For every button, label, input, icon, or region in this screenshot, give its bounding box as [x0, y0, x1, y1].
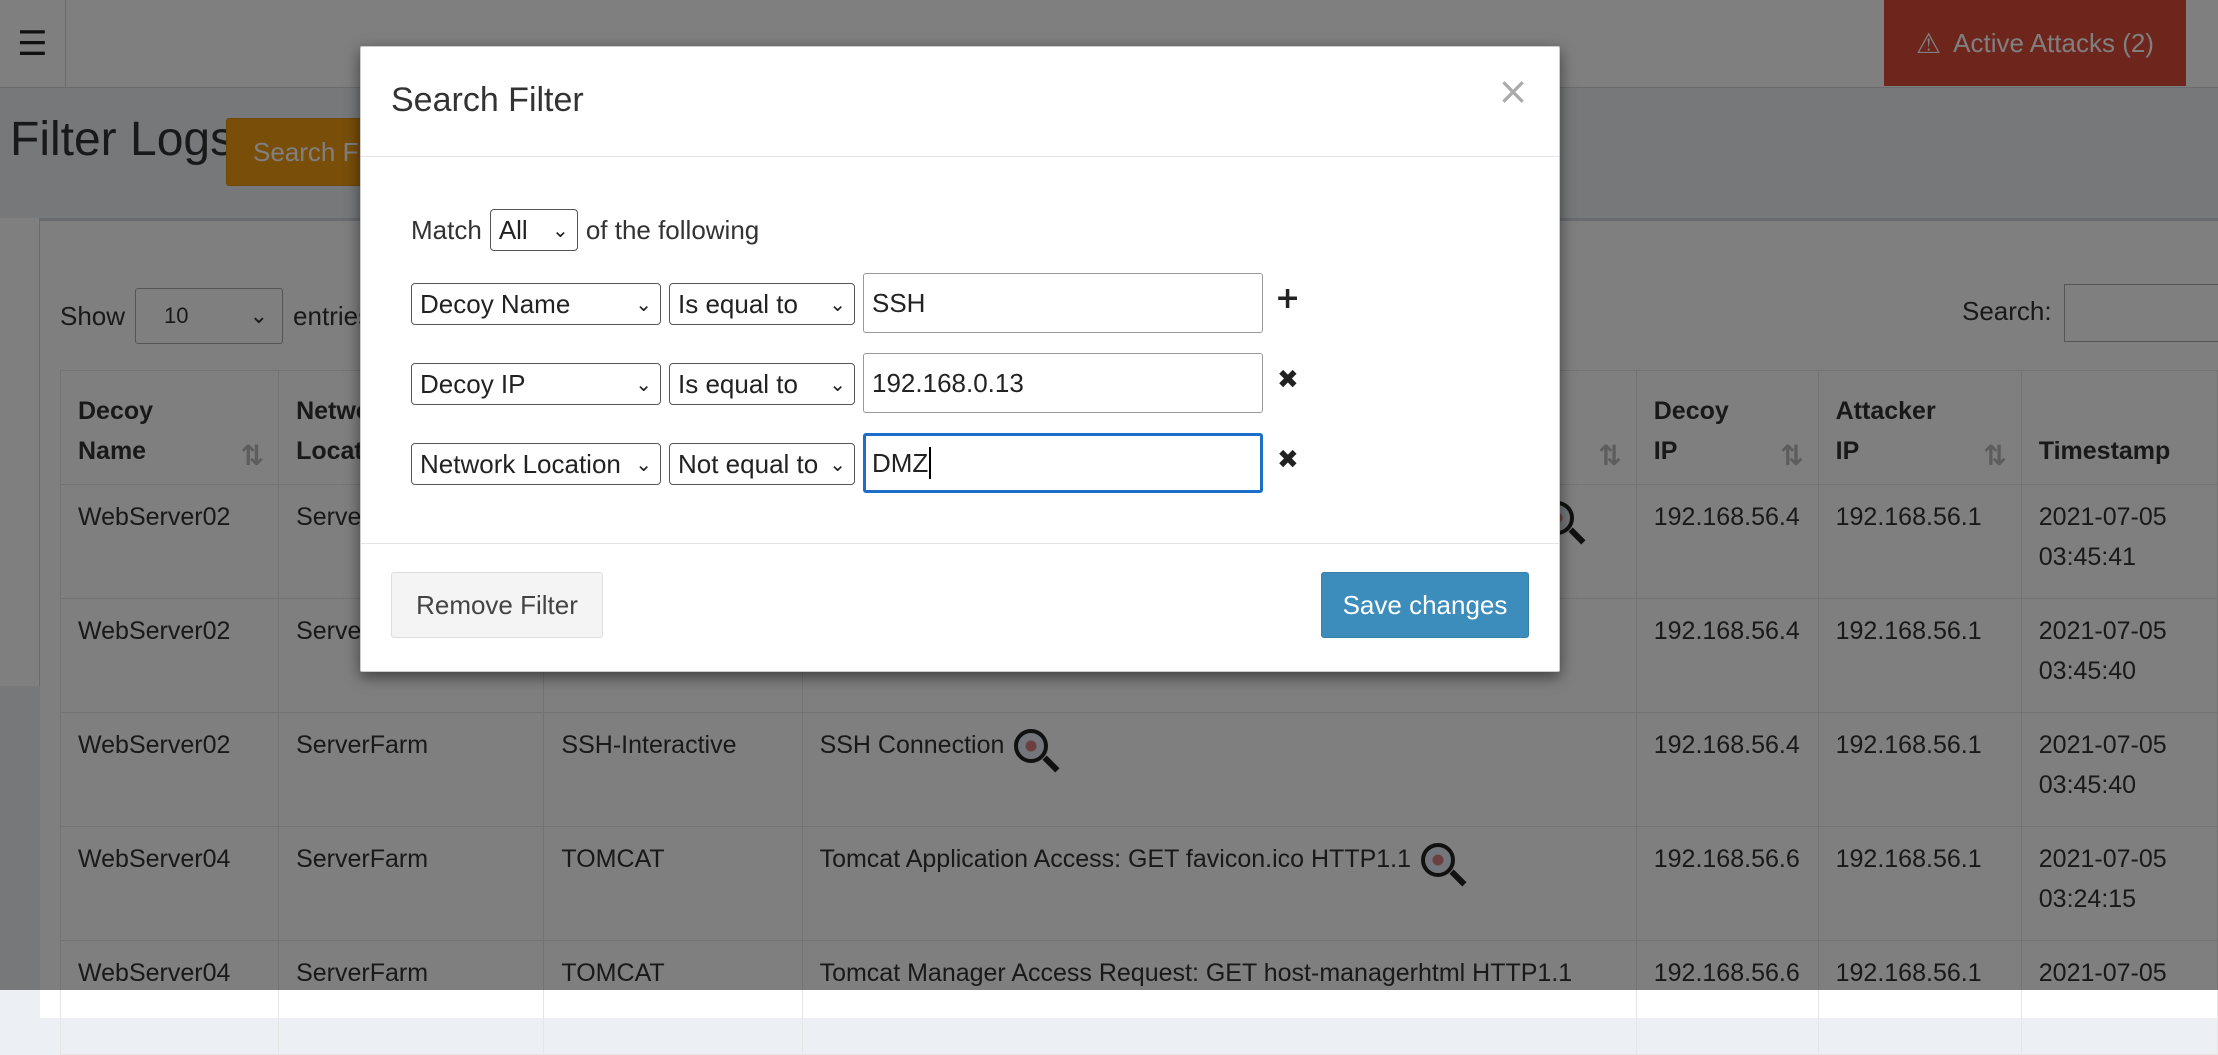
- chevron-down-icon: ⌄: [635, 452, 652, 476]
- chevron-down-icon: ⌄: [635, 372, 652, 396]
- modal-footer: Remove Filter Save changes: [361, 543, 1559, 673]
- match-value: All: [498, 214, 528, 245]
- remove-icon[interactable]: ✖: [1277, 365, 1299, 395]
- modal-header: Search Filter ×: [361, 47, 1559, 157]
- remove-icon[interactable]: ✖: [1277, 445, 1299, 475]
- match-row: Match All ⌄ of the following: [411, 209, 759, 251]
- modal-title: Search Filter: [391, 81, 584, 119]
- remove-filter-button[interactable]: Remove Filter: [391, 572, 603, 638]
- match-suffix: of the following: [585, 214, 760, 245]
- filter-value-input[interactable]: SSH: [863, 273, 1263, 333]
- filter-value-input-active[interactable]: DMZ: [863, 433, 1263, 493]
- chevron-down-icon: ⌄: [552, 218, 569, 242]
- match-select[interactable]: All ⌄: [489, 209, 578, 251]
- filter-field-select[interactable]: Network Location ⌄: [411, 443, 661, 485]
- search-filter-modal: Search Filter × Match All ⌄ of the follo…: [360, 46, 1560, 672]
- save-changes-button[interactable]: Save changes: [1321, 572, 1529, 638]
- filter-operator-select[interactable]: Not equal to ⌄: [669, 443, 855, 485]
- filter-field-select[interactable]: Decoy Name ⌄: [411, 283, 661, 325]
- text-caret: [929, 447, 932, 479]
- filter-value-input[interactable]: 192.168.0.13: [863, 353, 1263, 413]
- plus-icon[interactable]: +: [1275, 281, 1300, 316]
- chevron-down-icon: ⌄: [635, 292, 652, 316]
- chevron-down-icon: ⌄: [829, 292, 846, 316]
- chevron-down-icon: ⌄: [829, 372, 846, 396]
- chevron-down-icon: ⌄: [829, 452, 846, 476]
- match-label: Match: [411, 214, 482, 245]
- filter-operator-select[interactable]: Is equal to ⌄: [669, 283, 855, 325]
- filter-operator-select[interactable]: Is equal to ⌄: [669, 363, 855, 405]
- close-icon[interactable]: ×: [1497, 69, 1529, 113]
- filter-field-select[interactable]: Decoy IP ⌄: [411, 363, 661, 405]
